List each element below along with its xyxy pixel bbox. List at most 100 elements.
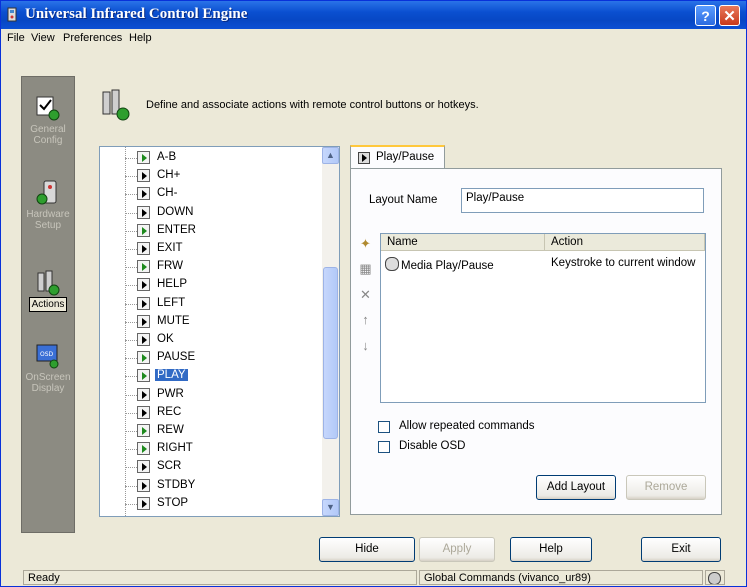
tree-item-label: PLAY xyxy=(155,369,188,382)
tree-branch-line xyxy=(125,249,137,250)
tree-scrollbar[interactable]: ▲ ▼ xyxy=(322,147,339,516)
tree-branch-line xyxy=(125,285,137,287)
hide-button[interactable]: Hide xyxy=(319,537,415,562)
button-node-icon xyxy=(137,387,150,401)
button-tree[interactable]: A-B CH+ CH- DOWN ENTER EXIT FRW HELP LEFT MUTE OK P… xyxy=(99,146,340,517)
button-node-icon xyxy=(137,278,150,292)
action-type: Keystroke to current window xyxy=(551,257,696,269)
tree-item[interactable]: CH- xyxy=(100,185,320,203)
menu-view[interactable]: View xyxy=(31,32,55,44)
tree-item[interactable]: ENTER xyxy=(100,222,320,240)
tree-item[interactable]: EXIT xyxy=(100,240,320,258)
sidebar-item-hardware-setup[interactable]: Hardware Setup xyxy=(22,179,74,231)
add-layout-button[interactable]: Add Layout xyxy=(536,475,616,500)
allow-repeated-label: Allow repeated commands xyxy=(399,420,535,432)
button-node-icon xyxy=(137,442,150,456)
menu-help[interactable]: Help xyxy=(129,32,152,44)
button-node-icon xyxy=(137,369,150,383)
allow-repeated-checkbox[interactable] xyxy=(378,421,390,433)
sidebar-label-actions: Actions xyxy=(28,297,68,312)
tree-item-label: STOP xyxy=(157,496,189,509)
app-icon xyxy=(7,7,17,22)
edit-action-icon[interactable]: ▦ xyxy=(358,261,373,276)
tree-item-label: A-B xyxy=(157,151,177,163)
tree-item-label: PAUSE xyxy=(157,351,196,364)
exit-button[interactable]: Exit xyxy=(641,537,721,562)
tree-item[interactable]: SCR xyxy=(100,458,320,476)
tree-item-label: CH+ xyxy=(157,169,181,182)
remove-button[interactable]: Remove xyxy=(626,475,706,500)
layout-name-input[interactable]: Play/Pause xyxy=(461,188,704,213)
header-description: Define and associate actions with remote… xyxy=(146,99,479,111)
sidebar-item-onscreen-display[interactable]: OSD OnScreen Display xyxy=(22,342,74,394)
scroll-down-button[interactable]: ▼ xyxy=(322,499,339,516)
tree-item[interactable]: CH+ xyxy=(100,167,320,185)
tree-item-label: REW xyxy=(157,424,184,436)
button-node-icon xyxy=(137,169,150,183)
tree-item-label: REC xyxy=(157,405,182,418)
title-bar[interactable]: Universal Infrared Control Engine ? ✕ xyxy=(1,1,746,29)
layout-name-label: Layout Name xyxy=(369,194,438,206)
status-profile: Global Commands (vivanco_ur89) xyxy=(419,570,703,585)
general-config-icon xyxy=(36,96,60,121)
tree-branch-line xyxy=(125,321,137,323)
tree-item[interactable]: LEFT xyxy=(100,295,320,313)
delete-action-icon[interactable]: ✕ xyxy=(358,287,373,302)
help-button[interactable]: Help xyxy=(510,537,592,562)
list-row-name[interactable]: Media Play/Pause xyxy=(385,257,494,272)
menu-preferences[interactable]: Preferences xyxy=(63,32,122,44)
action-list[interactable]: Name Action Media Play/Pause Keystroke t… xyxy=(380,233,706,403)
tree-item[interactable]: PWR xyxy=(100,386,320,404)
move-up-icon[interactable]: ↑ xyxy=(358,312,373,327)
new-action-icon[interactable]: ✦ xyxy=(358,236,373,251)
menu-bar: File View Preferences Help xyxy=(1,29,746,48)
scroll-thumb[interactable] xyxy=(323,267,338,439)
tree-item[interactable]: DOWN xyxy=(100,204,320,222)
tree-item-label: ENTER xyxy=(157,223,196,236)
tree-item-label: HELP xyxy=(157,278,188,291)
sidebar: General Config Hardware Setup Actions OS… xyxy=(21,76,75,533)
move-down-icon[interactable]: ↓ xyxy=(358,338,373,353)
tree-item[interactable]: REW xyxy=(100,422,320,440)
button-node-icon xyxy=(137,405,150,419)
tree-item[interactable]: REC xyxy=(100,404,320,422)
tree-item[interactable]: MUTE xyxy=(100,313,320,331)
close-button[interactable]: ✕ xyxy=(719,5,740,26)
button-node-icon xyxy=(137,333,150,346)
tree-item[interactable]: A-B xyxy=(100,149,320,167)
button-node-icon xyxy=(137,351,150,365)
button-node-icon xyxy=(137,242,150,255)
tray-icon xyxy=(705,570,725,585)
tree-item[interactable]: STOP xyxy=(100,495,320,513)
tree-item[interactable]: PLAY xyxy=(100,367,320,385)
button-node-icon xyxy=(137,260,150,274)
onscreen-display-icon: OSD xyxy=(36,344,59,369)
tree-item[interactable]: PAUSE xyxy=(100,349,320,367)
sidebar-item-actions[interactable]: Actions xyxy=(22,269,74,312)
help-title-button[interactable]: ? xyxy=(695,5,716,26)
menu-file[interactable]: File xyxy=(7,32,25,44)
sidebar-label-general-config: General Config xyxy=(30,124,66,146)
button-node-icon xyxy=(137,223,150,237)
tree-item-label: MUTE xyxy=(157,314,190,327)
column-header-name[interactable]: Name xyxy=(381,234,545,251)
tree-branch-line xyxy=(125,431,137,432)
actions-header-icon xyxy=(102,89,130,121)
tree-item-label: OK xyxy=(157,333,174,345)
tree-item[interactable]: STDBY xyxy=(100,477,320,495)
scroll-up-button[interactable]: ▲ xyxy=(322,147,339,164)
tree-item-label: PWR xyxy=(157,387,184,400)
tree-item[interactable]: RIGHT xyxy=(100,440,320,458)
tree-branch-line xyxy=(125,394,137,396)
disable-osd-checkbox[interactable] xyxy=(378,441,390,453)
tree-branch-line xyxy=(125,303,137,305)
sidebar-item-general-config[interactable]: General Config xyxy=(22,94,74,146)
apply-button[interactable]: Apply xyxy=(419,537,495,562)
tab-play-pause[interactable]: Play/Pause xyxy=(350,145,445,169)
tree-item[interactable]: HELP xyxy=(100,276,320,294)
tree-item[interactable]: OK xyxy=(100,331,320,349)
button-node-icon xyxy=(137,205,150,219)
tree-item[interactable]: FRW xyxy=(100,258,320,276)
tree-branch-line xyxy=(125,467,137,469)
column-header-action[interactable]: Action xyxy=(545,234,705,251)
